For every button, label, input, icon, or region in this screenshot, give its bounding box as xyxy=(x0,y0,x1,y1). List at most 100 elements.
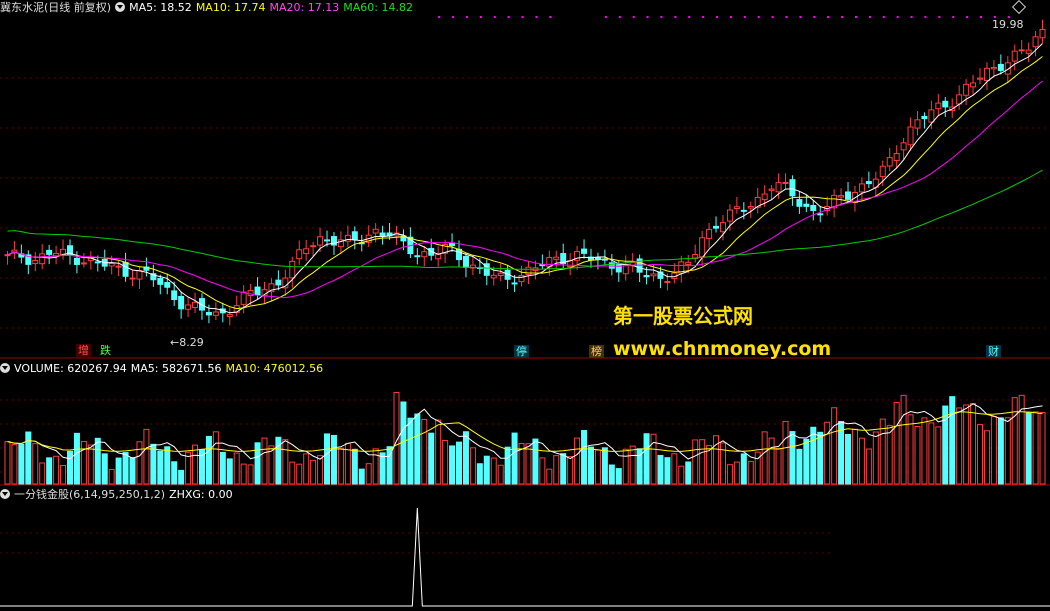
candle-body xyxy=(462,255,469,268)
volume-bar xyxy=(796,448,803,485)
candle-body xyxy=(845,191,852,200)
candle-body xyxy=(11,249,18,253)
volume-bar xyxy=(219,451,226,485)
candle-body xyxy=(178,295,185,310)
candle-body xyxy=(157,278,164,285)
marker-bang[interactable]: 榜 xyxy=(589,345,604,358)
signal-dot xyxy=(757,16,760,18)
signal-dot xyxy=(827,16,830,18)
volume-bar xyxy=(60,465,67,485)
volume-bar xyxy=(469,447,476,485)
volume-bar xyxy=(115,457,122,485)
volume-bar xyxy=(261,437,268,485)
volume-bar xyxy=(872,431,879,485)
candle-body xyxy=(761,193,768,201)
signal-dot xyxy=(632,16,635,18)
volume-bar xyxy=(18,443,25,485)
candle-body xyxy=(740,209,747,212)
volume-bar xyxy=(851,428,858,485)
stock-chart[interactable]: 19.98 ←8.29 xyxy=(0,0,1050,607)
volume-bar xyxy=(497,464,504,485)
signal-dot xyxy=(980,16,983,18)
candle-body xyxy=(421,251,428,258)
volume-bar xyxy=(546,468,553,485)
volume-bar xyxy=(192,444,199,485)
candle-body xyxy=(782,182,789,185)
dropdown-icon[interactable] xyxy=(115,2,126,12)
volume-bar xyxy=(921,417,928,485)
volume-bar xyxy=(511,432,518,485)
signal-dot xyxy=(896,16,899,18)
volume-bar xyxy=(1039,412,1046,485)
volume-bar xyxy=(504,446,511,485)
candle-body xyxy=(713,225,720,229)
candle-body xyxy=(324,239,331,242)
volume-bar xyxy=(289,461,296,485)
volume-bar xyxy=(1011,397,1018,485)
ma60-label: MA60: 14.82 xyxy=(343,1,413,14)
zhxg-line xyxy=(0,507,1050,607)
signal-dot xyxy=(813,16,816,18)
signal-dot xyxy=(521,16,524,18)
candle-body xyxy=(1018,49,1025,52)
volume-bar xyxy=(25,431,32,485)
ma10-line xyxy=(7,56,1043,310)
volume-bar xyxy=(449,445,456,485)
candle-body xyxy=(372,228,379,234)
candle-body xyxy=(893,153,900,162)
volume-bar xyxy=(615,468,622,485)
candle-body xyxy=(886,157,893,167)
volume-bar xyxy=(282,439,289,485)
signal-dot xyxy=(924,16,927,18)
volume-bar xyxy=(171,461,178,485)
volume-bar xyxy=(789,431,796,485)
volume-bar xyxy=(435,419,442,485)
indicator-dropdown-icon[interactable] xyxy=(0,489,10,499)
volume-bar xyxy=(671,453,678,485)
volume-bar xyxy=(643,433,650,485)
volume-bar xyxy=(733,461,740,485)
volume-bar xyxy=(1004,417,1011,485)
signal-dot xyxy=(674,16,677,18)
volume-bar xyxy=(858,437,865,485)
signal-dot xyxy=(507,16,510,18)
candle-body xyxy=(1032,36,1039,48)
marker-die[interactable]: 跌 xyxy=(98,344,113,357)
candle-body xyxy=(490,274,497,279)
volume-bar xyxy=(928,422,935,485)
volume-bar xyxy=(1025,411,1032,485)
candle-body xyxy=(240,291,247,305)
signal-dot xyxy=(966,16,969,18)
signal-dot xyxy=(882,16,885,18)
volume-bar xyxy=(317,455,324,485)
signal-dot xyxy=(952,16,955,18)
volume-bar xyxy=(831,407,838,485)
candle-body xyxy=(963,83,970,96)
volume-bar xyxy=(970,403,977,485)
ma20-label: MA20: 17.13 xyxy=(269,1,340,14)
volume-bar xyxy=(80,440,87,485)
volume-bar xyxy=(310,459,317,485)
signal-dot xyxy=(910,16,913,18)
candle-body xyxy=(699,237,706,258)
candle-body xyxy=(317,236,324,246)
chart-canvas[interactable]: 19.98 ←8.29 xyxy=(0,0,1050,607)
volume-bar xyxy=(372,448,379,485)
volume-bar xyxy=(942,405,949,485)
candle-body xyxy=(581,248,588,254)
volume-bar xyxy=(11,444,18,485)
candle-body xyxy=(810,205,817,212)
marker-zeng[interactable]: 增 xyxy=(76,344,91,357)
volume-bar xyxy=(990,416,997,485)
volume-bar xyxy=(650,433,657,485)
volume-bar xyxy=(379,452,386,485)
marker-cai[interactable]: 财 xyxy=(986,345,1001,358)
candle-body xyxy=(970,82,977,88)
indicator-header: 一分钱金股(6,14,95,250,1,2) ZHXG: 0.00 xyxy=(0,487,237,503)
volume-dropdown-icon[interactable] xyxy=(0,363,10,373)
volume-bar xyxy=(532,438,539,485)
candle-body xyxy=(310,245,317,248)
candle-body xyxy=(435,254,442,260)
signal-dot xyxy=(688,16,691,18)
marker-ting[interactable]: 停 xyxy=(514,345,529,358)
